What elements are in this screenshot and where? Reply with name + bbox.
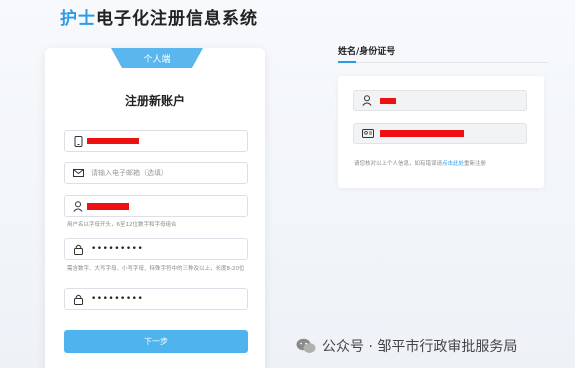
lock-icon [69, 294, 87, 305]
confirm-password-value: ••••••••• [91, 294, 144, 304]
id-card-icon [362, 129, 374, 138]
page-title-accent: 护士 [60, 9, 96, 29]
name-field[interactable] [353, 90, 527, 111]
email-placeholder: 请输入电子邮箱（选填） [91, 169, 168, 177]
email-field[interactable]: 请输入电子邮箱（选填） [64, 162, 248, 184]
id-number-value-redacted [380, 130, 464, 137]
username-value-redacted [87, 202, 129, 210]
identity-divider-accent [338, 61, 356, 63]
register-heading: 注册新账户 [124, 94, 185, 108]
page-title-rest: 电子化注册信息系统 [96, 9, 258, 29]
confirm-password-field[interactable]: ••••••••• [64, 288, 248, 310]
next-step-button[interactable]: 下一步 [64, 330, 248, 353]
name-value-redacted [380, 97, 396, 104]
username-hint: 用户名以字母开头，6至12位数字和字母组合 [67, 222, 177, 228]
wechat-icon [296, 338, 316, 354]
phone-field[interactable] [64, 130, 248, 152]
user-icon [69, 200, 87, 212]
password-field[interactable]: ••••••••• [64, 238, 248, 260]
watermark-text: 公众号 · 邹平市行政审批服务局 [322, 339, 518, 355]
wechat-watermark: 公众号 · 邹平市行政审批服务局 [296, 336, 517, 356]
phone-value-redacted [87, 138, 139, 144]
password-value: ••••••••• [91, 244, 144, 254]
lock-icon [69, 244, 87, 255]
identity-note: 请您核对以上个人信息，如有错误请点击此处重新注册 [354, 159, 486, 167]
tab-personal[interactable]: 个人端 [111, 48, 203, 68]
identity-note-suffix: 重新注册 [464, 161, 487, 167]
identity-note-prefix: 请您核对以上个人信息，如有错误请 [354, 161, 443, 167]
phone-icon [69, 135, 87, 147]
id-number-field[interactable] [353, 123, 527, 144]
identity-divider [338, 62, 548, 63]
page-title: 护士电子化注册信息系统 [60, 4, 258, 29]
mail-icon [69, 169, 87, 177]
username-field[interactable] [64, 195, 248, 217]
user-icon [362, 95, 374, 106]
password-hint: 需含数字、大写字母、小写字母、特殊字符中的三种及以上，长度8-20位 [67, 266, 245, 272]
register-card: 个人端 注册新账户 请输入电子邮箱（选填） 用户名以字母开头，6至12位数字和字… [45, 48, 265, 368]
identity-card: 请您核对以上个人信息，如有错误请点击此处重新注册 [338, 76, 544, 188]
identity-heading: 姓名/身份证号 [338, 47, 396, 57]
re-register-link[interactable]: 点击此处 [442, 161, 464, 167]
